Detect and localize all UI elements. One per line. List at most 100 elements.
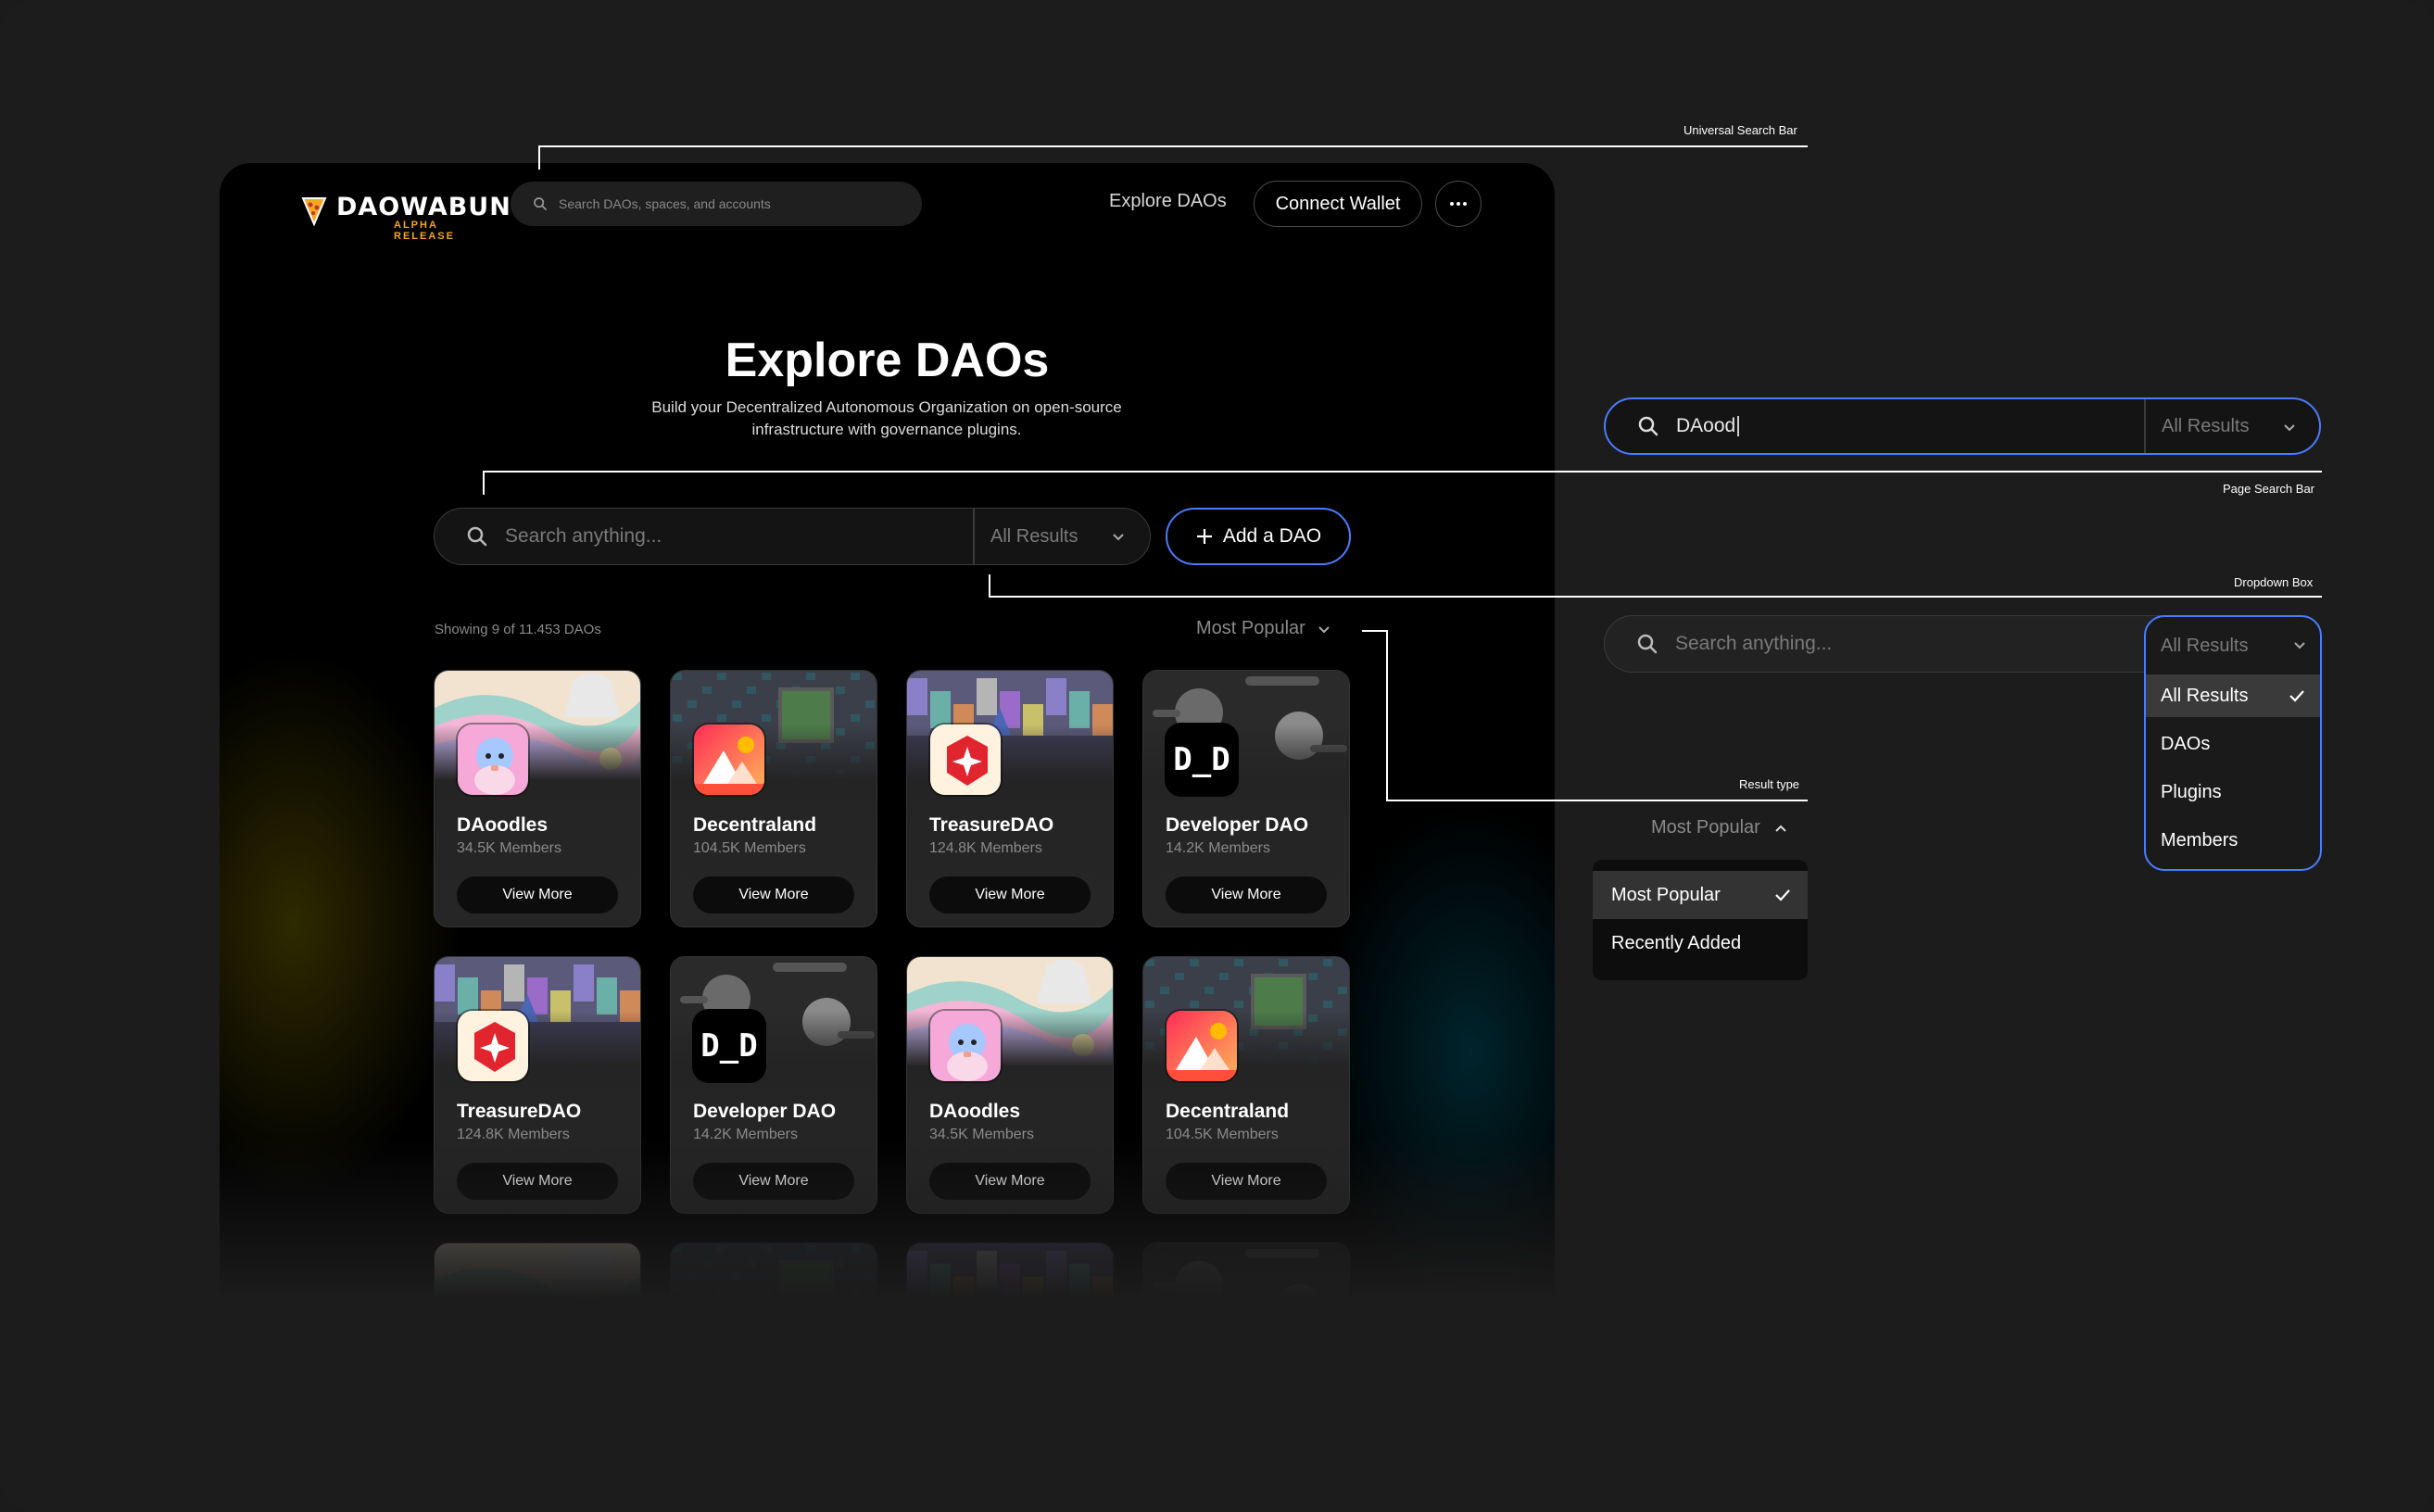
dropdown-option[interactable]: Plugins: [2146, 771, 2320, 813]
sort-select[interactable]: Most Popular: [1196, 618, 1331, 639]
sort-dropdown[interactable]: Most Popular Recently Added: [1593, 860, 1808, 980]
pizza-logo-icon: [301, 197, 327, 226]
annotation-line: [483, 471, 485, 495]
dropdown-option[interactable]: DAOs: [2146, 723, 2320, 765]
dao-name: Decentraland: [1166, 1101, 1290, 1122]
devdao-logo-text: D_D: [1173, 741, 1230, 778]
result-filter-select[interactable]: All Results: [990, 509, 1139, 564]
plus-icon: [1196, 529, 1212, 544]
dao-member-count: 14.2K Members: [693, 1127, 798, 1142]
app-window: DAOWABUNGA ALPHA RELEASE Explore DAOs Co…: [220, 163, 1555, 1321]
nav-explore-daos[interactable]: Explore DAOs: [1109, 191, 1227, 212]
result-filter-value: All Results: [990, 525, 1078, 547]
dao-name: DAoodles: [457, 814, 549, 836]
search-icon: [1637, 634, 1658, 654]
page-search-bar[interactable]: All Results: [434, 508, 1151, 565]
dao-card[interactable]: Decentraland 104.5K Members View More: [1142, 956, 1350, 1214]
page-subtitle: Build your Decentralized Autonomous Orga…: [651, 398, 1122, 438]
dropdown-header[interactable]: All Results: [2161, 617, 2318, 674]
demo-search-value[interactable]: DAood: [1676, 415, 1740, 437]
universal-search-bar[interactable]: [511, 182, 922, 226]
sort-option-label: Most Popular: [1611, 884, 1721, 905]
dao-card-partial: [906, 1242, 1114, 1321]
view-more-button[interactable]: View More: [457, 1163, 618, 1200]
dao-member-count: 14.2K Members: [1166, 840, 1270, 856]
dao-card-partial: [434, 1242, 641, 1321]
annotation-line: [538, 145, 1808, 147]
dao-avatar: [456, 1009, 530, 1083]
dropdown-value: All Results: [2161, 635, 2249, 656]
dao-member-count: 124.8K Members: [457, 1127, 570, 1142]
demo-filter-select[interactable]: All Results: [2162, 399, 2319, 453]
search-divider: [2144, 399, 2146, 453]
sort-value: Most Popular: [1196, 618, 1305, 638]
sort-option[interactable]: Recently Added: [1593, 919, 1808, 967]
dao-banner-image: [907, 1243, 1113, 1321]
annotation-line: [1386, 800, 1808, 801]
dropdown-option-label: Members: [2161, 829, 2239, 850]
annotation-page-search: Page Search Bar: [2223, 482, 2315, 496]
annotation-line: [483, 471, 2322, 472]
dao-card[interactable]: TreasureDAO 124.8K Members View More: [906, 670, 1114, 927]
bottom-fade: [220, 1136, 1555, 1321]
devdao-logo-text: D_D: [700, 1027, 758, 1065]
dao-card[interactable]: DAoodles 34.5K Members View More: [906, 956, 1114, 1214]
page-search-input[interactable]: [505, 525, 959, 548]
dao-banner-image: [671, 1243, 876, 1321]
dao-name: DAoodles: [929, 1101, 1021, 1122]
dropdown-option-label: All Results: [2161, 685, 2249, 706]
dao-card[interactable]: TreasureDAO 124.8K Members View More: [434, 956, 641, 1214]
annotation-result-type: Result type: [1739, 777, 1800, 791]
search-icon: [1638, 416, 1658, 436]
view-more-button[interactable]: View More: [929, 876, 1091, 914]
connect-wallet-button[interactable]: Connect Wallet: [1254, 181, 1422, 227]
dao-member-count: 104.5K Members: [693, 840, 806, 856]
chevron-down-icon: [2294, 642, 2305, 649]
dao-name: Decentraland: [693, 814, 817, 836]
dao-card[interactable]: Decentraland 104.5K Members View More: [670, 670, 877, 927]
annotation-line: [989, 596, 2322, 598]
ellipsis-icon: [1450, 202, 1467, 206]
demo-search-typing[interactable]: DAood All Results: [1604, 397, 2321, 455]
chevron-up-icon: [1775, 825, 1786, 832]
chevron-down-icon: [1113, 534, 1124, 541]
view-more-button[interactable]: View More: [1166, 876, 1327, 914]
annotation-line: [1386, 630, 1388, 801]
annotation-line: [989, 574, 990, 597]
dao-avatar: [928, 723, 1003, 797]
logo-subtitle: ALPHA RELEASE: [394, 220, 455, 242]
dao-card[interactable]: D_D Developer DAO 14.2K Members View More: [670, 956, 877, 1214]
dao-card[interactable]: D_D Developer DAO 14.2K Members View More: [1142, 670, 1350, 927]
search-icon: [534, 197, 547, 210]
more-options-button[interactable]: [1435, 181, 1482, 227]
dao-card-partial: [1142, 1242, 1350, 1321]
canvas: DAOWABUNGA ALPHA RELEASE Explore DAOs Co…: [0, 0, 2434, 1512]
dao-avatar: [692, 723, 766, 797]
dao-member-count: 104.5K Members: [1166, 1127, 1279, 1142]
add-dao-button[interactable]: Add a DAO: [1166, 508, 1351, 565]
result-filter-dropdown[interactable]: All Results All Results DAOs Plugins Member…: [2144, 615, 2322, 871]
sort-option[interactable]: Most Popular: [1593, 871, 1808, 919]
demo-sort-select[interactable]: Most Popular: [1651, 817, 1788, 838]
view-more-button[interactable]: View More: [457, 876, 618, 914]
add-dao-label: Add a DAO: [1222, 525, 1322, 547]
logo[interactable]: DAOWABUNGA ALPHA RELEASE: [301, 189, 552, 242]
universal-search-input[interactable]: [559, 196, 911, 211]
dao-banner-image: [1143, 1243, 1349, 1321]
demo-search-placeholder[interactable]: Search anything...: [1675, 633, 1832, 655]
view-more-button[interactable]: View More: [693, 876, 854, 914]
dao-banner-image: [435, 1243, 640, 1321]
demo-filter-value: All Results: [2162, 415, 2250, 436]
search-divider: [973, 509, 975, 564]
dao-card[interactable]: DAoodles 34.5K Members View More: [434, 670, 641, 927]
sort-option-label: Recently Added: [1611, 932, 1742, 953]
dropdown-option[interactable]: All Results: [2146, 674, 2320, 717]
check-icon: [2289, 690, 2304, 702]
view-more-button[interactable]: View More: [1166, 1163, 1327, 1200]
dropdown-option-label: DAOs: [2161, 733, 2211, 754]
view-more-button[interactable]: View More: [929, 1163, 1091, 1200]
page-title: Explore DAOs: [725, 334, 1050, 387]
dao-member-count: 124.8K Members: [929, 840, 1042, 856]
view-more-button[interactable]: View More: [693, 1163, 854, 1200]
dropdown-option[interactable]: Members: [2146, 819, 2320, 862]
